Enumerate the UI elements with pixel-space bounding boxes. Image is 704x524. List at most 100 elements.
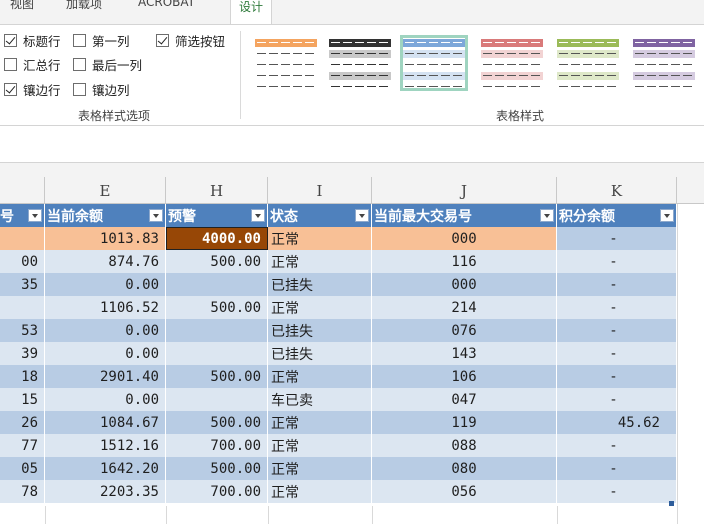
cell-points[interactable]: - [557,227,677,250]
cell-balance[interactable]: 1106.52 [45,296,166,319]
cell-warning[interactable] [166,388,268,411]
checkbox-banded-columns[interactable] [73,82,86,96]
cell-balance[interactable]: 1084.67 [45,411,166,434]
option-header-row[interactable]: 标题行 [4,31,61,49]
empty-row-area[interactable] [0,503,677,521]
cell-max-transaction[interactable]: 106 [372,365,557,388]
tab-design[interactable]: 设计 [230,0,273,24]
cell-points[interactable]: - [557,342,677,365]
cell-max-transaction[interactable]: 143 [372,342,557,365]
header-cell-partial[interactable]: 号 [0,204,45,227]
header-cell-balance[interactable]: 当前余额 [45,204,166,227]
cell-points[interactable]: - [557,296,677,319]
column-letter-j[interactable]: J [372,177,557,204]
filter-dropdown-icon[interactable] [660,209,674,222]
cell-balance[interactable]: 1642.20 [45,457,166,480]
column-letter-e[interactable]: E [45,177,166,204]
cell-status[interactable]: 正常 [268,365,372,388]
cell-balance[interactable]: 1013.83 [45,227,166,250]
cell-points[interactable]: - [557,388,677,411]
cell-balance[interactable]: 2901.40 [45,365,166,388]
cell-max-transaction[interactable]: 080 [372,457,557,480]
cell-status[interactable]: 正常 [268,457,372,480]
checkbox-total-row[interactable] [4,57,17,71]
filter-dropdown-icon[interactable] [28,209,42,222]
cell-partial[interactable] [0,296,45,319]
option-last-column[interactable]: 最后一列 [73,55,142,73]
filter-dropdown-icon[interactable] [355,209,369,222]
cell-balance[interactable]: 0.00 [45,388,166,411]
cell-partial[interactable]: 78 [0,480,45,503]
cell-balance[interactable]: 874.76 [45,250,166,273]
cell-max-transaction[interactable]: 214 [372,296,557,319]
cell-partial[interactable]: 05 [0,457,45,480]
cell-status[interactable]: 正常 [268,480,372,503]
cell-status[interactable]: 正常 [268,296,372,319]
cell-partial[interactable]: 00 [0,250,45,273]
cell-status[interactable]: 已挂失 [268,319,372,342]
cell-partial[interactable]: 39 [0,342,45,365]
checkbox-banded-rows[interactable] [4,82,17,96]
cell-warning[interactable]: 500.00 [166,411,268,434]
cell-points[interactable]: - [557,434,677,457]
filter-dropdown-icon[interactable] [149,209,163,222]
cell-partial[interactable]: 77 [0,434,45,457]
cell-balance[interactable]: 0.00 [45,319,166,342]
cell-points[interactable]: - [557,480,677,503]
cell-max-transaction[interactable]: 000 [372,273,557,296]
checkbox-last-column[interactable] [73,57,86,71]
empty-column-area[interactable] [677,204,704,524]
column-letter-k[interactable]: K [557,177,677,204]
cell-points[interactable]: - [557,319,677,342]
cell-max-transaction[interactable]: 088 [372,434,557,457]
cell-points[interactable]: 45.62 [557,411,677,434]
checkbox-header-row[interactable] [4,33,17,47]
cell-warning[interactable]: 500.00 [166,365,268,388]
cell-warning[interactable]: 500.00 [166,250,268,273]
filter-dropdown-icon[interactable] [540,209,554,222]
header-cell-max-transaction[interactable]: 当前最大交易号 [372,204,557,227]
cell-status[interactable]: 正常 [268,227,372,250]
cell-warning[interactable]: 700.00 [166,434,268,457]
tab-acrobat[interactable]: ACROBAT [138,0,195,13]
option-banded-rows[interactable]: 镶边行 [4,80,61,98]
cell-warning[interactable]: 700.00 [166,480,268,503]
cell-status[interactable]: 已挂失 [268,342,372,365]
table-style-thumbnail[interactable] [326,35,394,91]
cell-points[interactable]: - [557,365,677,388]
cell-status[interactable]: 已挂失 [268,273,372,296]
option-filter-button[interactable]: 筛选按钮 [156,31,225,49]
cell-warning[interactable] [166,342,268,365]
table-resize-handle-icon[interactable] [669,501,674,506]
header-cell-warning[interactable]: 预警 [166,204,268,227]
table-style-thumbnail[interactable] [252,35,320,91]
column-letter-h[interactable]: H [166,177,268,204]
cell-balance[interactable]: 1512.16 [45,434,166,457]
cell-warning[interactable] [166,319,268,342]
tab-view[interactable]: 视图 [10,0,34,13]
cell-balance[interactable]: 2203.35 [45,480,166,503]
cell-partial[interactable]: 18 [0,365,45,388]
cell-warning[interactable]: 500.00 [166,457,268,480]
filter-dropdown-icon[interactable] [251,209,265,222]
cell-points[interactable]: - [557,273,677,296]
table-style-thumbnail[interactable] [478,35,546,91]
cell-max-transaction[interactable]: 076 [372,319,557,342]
checkbox-filter-button[interactable] [156,33,169,47]
cell-max-transaction[interactable]: 000 [372,227,557,250]
cell-max-transaction[interactable]: 047 [372,388,557,411]
cell-max-transaction[interactable]: 119 [372,411,557,434]
column-letter-partial[interactable] [0,177,45,204]
cell-partial[interactable]: 15 [0,388,45,411]
cell-status[interactable]: 正常 [268,411,372,434]
header-cell-status[interactable]: 状态 [268,204,372,227]
cell-partial[interactable] [0,227,45,250]
table-style-thumbnail[interactable] [630,35,698,91]
cell-partial[interactable]: 35 [0,273,45,296]
checkbox-first-column[interactable] [73,33,86,47]
header-cell-points[interactable]: 积分余额 [557,204,677,227]
cell-max-transaction[interactable]: 056 [372,480,557,503]
cell-warning[interactable]: 4000.00 [166,227,268,250]
option-total-row[interactable]: 汇总行 [4,55,61,73]
cell-partial[interactable]: 53 [0,319,45,342]
